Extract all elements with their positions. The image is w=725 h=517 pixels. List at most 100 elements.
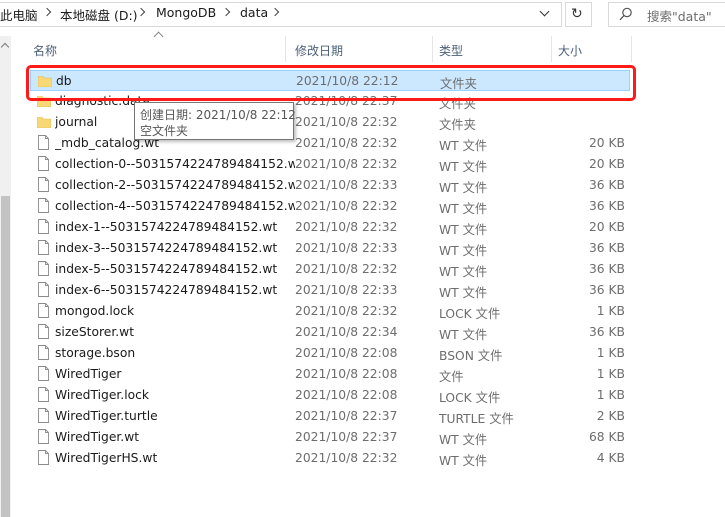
column-header-date[interactable]: 修改日期 [295,42,343,59]
file-date: 2021/10/8 22:32 [295,262,398,276]
file-date: 2021/10/8 22:08 [295,388,398,402]
file-type: 文件 [439,370,464,384]
refresh-icon[interactable]: ↻ [571,6,583,22]
file-size: 36 KB [588,283,625,297]
column-header-size[interactable]: 大小 [558,42,582,59]
tooltip-created-date: 创建日期: 2021/10/8 22:12 [140,108,296,122]
file-date: 2021/10/8 22:32 [295,115,398,129]
breadcrumb-drive-d[interactable]: 本地磁盘 (D:) [60,5,138,24]
file-date: 2021/10/8 22:33 [295,283,398,297]
file-size: 20 KB [588,136,625,150]
file-type: WT 文件 [439,202,488,216]
file-type: 文件夹 [439,118,476,132]
list-item[interactable]: index-3--5031574224789484152.wt 2021/10/… [30,238,630,259]
file-icon [38,177,49,192]
file-type: LOCK 文件 [439,391,501,405]
address-bar: 此电脑 本地磁盘 (D:) MongoDB data ↻ 搜索"data" [0,0,725,30]
file-type: WT 文件 [439,244,488,258]
list-item[interactable]: _mdb_catalog.wt 2021/10/8 22:32 WT 文件 20… [30,133,630,154]
file-name: index-6--5031574224789484152.wt [55,283,278,297]
search-icon [619,7,632,21]
list-item[interactable]: index-1--5031574224789484152.wt 2021/10/… [30,217,630,238]
list-item[interactable]: WiredTiger.turtle 2021/10/8 22:37 TURTLE… [30,406,630,427]
file-size: 20 KB [588,157,625,171]
file-icon [38,156,49,171]
highlight-box [26,65,636,101]
file-size: 1 KB [596,388,625,402]
folder-icon [37,117,51,128]
file-icon [38,429,49,444]
file-type: WT 文件 [439,181,488,195]
column-header-name[interactable]: 名称 [33,42,57,59]
file-size: 68 KB [588,430,625,444]
file-type: WT 文件 [439,223,488,237]
column-headers: 名称 修改日期 类型 大小 [11,36,725,63]
file-type: WT 文件 [439,160,488,174]
tooltip-empty-folder: 空文件夹 [140,124,189,138]
breadcrumb-data[interactable]: data [240,5,268,20]
file-icon [38,135,49,150]
file-type: WT 文件 [439,328,488,342]
file-name: WiredTiger [55,367,122,381]
file-name: sizeStorer.wt [55,325,135,339]
file-date: 2021/10/8 22:37 [295,409,398,423]
file-size: 1 KB [596,304,625,318]
file-name: collection-4--5031574224789484152.wt [55,199,295,213]
list-item[interactable]: index-6--5031574224789484152.wt 2021/10/… [30,280,630,301]
file-size: 1 KB [596,346,625,360]
file-type: WT 文件 [439,286,488,300]
breadcrumb-this-pc[interactable]: 此电脑 [0,5,38,24]
column-divider[interactable] [551,36,552,62]
file-size: 36 KB [588,178,625,192]
file-type: WT 文件 [439,139,488,153]
file-size: 36 KB [588,199,625,213]
file-name: index-1--5031574224789484152.wt [55,220,278,234]
file-icon [38,345,49,360]
nav-pane-scrollbar[interactable] [0,36,11,517]
list-item[interactable]: index-5--5031574224789484152.wt 2021/10/… [30,259,630,280]
file-date: 2021/10/8 22:37 [295,430,398,444]
file-date: 2021/10/8 22:32 [295,304,398,318]
tooltip: 创建日期: 2021/10/8 22:12 空文件夹 [134,102,296,140]
column-divider[interactable] [631,36,632,62]
file-date: 2021/10/8 22:08 [295,367,398,381]
list-item[interactable]: storage.bson 2021/10/8 22:08 BSON 文件 1 K… [30,343,630,364]
list-item[interactable]: WiredTiger.wt 2021/10/8 22:37 WT 文件 68 K… [30,427,630,448]
file-icon [38,387,49,402]
list-item[interactable]: WiredTiger.lock 2021/10/8 22:08 LOCK 文件 … [30,385,630,406]
file-date: 2021/10/8 22:32 [295,451,398,465]
file-type: TURTLE 文件 [439,412,514,426]
list-item[interactable]: WiredTigerHS.wt 2021/10/8 22:32 WT 文件 4 … [30,448,630,469]
file-name: WiredTiger.lock [55,388,150,402]
file-name: WiredTiger.turtle [55,409,158,423]
file-size: 20 KB [588,220,625,234]
file-type: WT 文件 [439,265,488,279]
list-item[interactable]: collection-0--5031574224789484152.wt 202… [30,154,630,175]
file-name: collection-2--5031574224789484152.wt [55,178,295,192]
list-item[interactable]: WiredTiger 2021/10/8 22:08 文件 1 KB [30,364,630,385]
column-divider[interactable] [432,36,433,62]
file-icon [38,261,49,276]
list-item[interactable]: collection-4--5031574224789484152.wt 202… [30,196,630,217]
list-item[interactable]: mongod.lock 2021/10/8 22:32 LOCK 文件 1 KB [30,301,630,322]
file-icon [38,408,49,423]
list-item[interactable]: collection-2--5031574224789484152.wt 202… [30,175,630,196]
file-icon [38,219,49,234]
file-icon [38,282,49,297]
breadcrumb-mongodb[interactable]: MongoDB [156,5,216,20]
column-divider[interactable] [285,36,286,62]
file-name: storage.bson [55,346,136,360]
list-item[interactable]: sizeStorer.wt 2021/10/8 22:34 WT 文件 36 K… [30,322,630,343]
search-placeholder[interactable]: 搜索"data" [647,6,712,25]
file-date: 2021/10/8 22:34 [295,325,398,339]
column-header-type[interactable]: 类型 [439,42,463,59]
list-item[interactable]: journal 2021/10/8 22:32 文件夹 [30,112,630,133]
file-icon [38,303,49,318]
file-size: 1 KB [596,367,625,381]
file-size: 36 KB [588,262,625,276]
file-icon [38,366,49,381]
file-date: 2021/10/8 22:08 [295,346,398,360]
scrollbar-thumb[interactable] [1,196,10,517]
file-size: 36 KB [588,325,625,339]
file-date: 2021/10/8 22:32 [295,199,398,213]
